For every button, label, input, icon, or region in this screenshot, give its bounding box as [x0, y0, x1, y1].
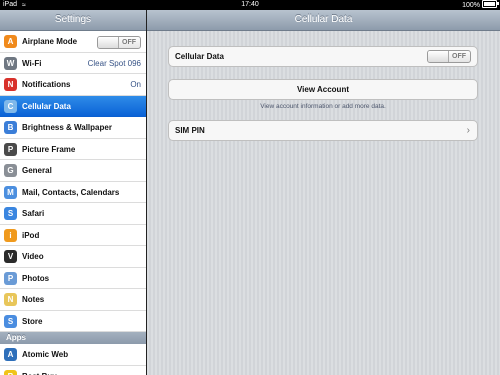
- sidebar-item-label: Brightness & Wallpaper: [22, 123, 112, 132]
- sidebar-title: Settings: [0, 10, 146, 31]
- sidebar-item-label: General: [22, 166, 52, 175]
- notifications-icon: N: [4, 78, 17, 91]
- sidebar-item-picture-frame[interactable]: P Picture Frame: [0, 138, 146, 160]
- airplane-mode-toggle[interactable]: OFF: [97, 36, 141, 49]
- sim-pin-label: SIM PIN: [175, 126, 205, 135]
- sidebar-item-notifications[interactable]: N Notifications On: [0, 74, 146, 96]
- sidebar-item-cellular-data[interactable]: C Cellular Data: [0, 95, 146, 117]
- brightness-icon: B: [4, 121, 17, 134]
- battery-percent: 100%: [462, 2, 480, 9]
- toggle-knob: [98, 37, 119, 48]
- gear-icon: G: [4, 164, 17, 177]
- cellular-icon: C: [4, 99, 17, 113]
- sidebar-item-wi-fi[interactable]: W Wi-Fi Clear Spot 096: [0, 52, 146, 74]
- status-time: 17:40: [241, 1, 259, 8]
- cellular-data-label: Cellular Data: [175, 52, 224, 61]
- chevron-right-icon: ›: [466, 125, 470, 136]
- sim-pin-row[interactable]: SIM PIN ›: [168, 120, 478, 141]
- settings-sidebar: Settings A Airplane Mode OFF W Wi-Fi Clear Sp…: [0, 10, 147, 375]
- sidebar-item-store[interactable]: S Store: [0, 310, 146, 332]
- sidebar-item-mail-contacts-calendars[interactable]: M Mail, Contacts, Calendars: [0, 181, 146, 203]
- detail-title: Cellular Data: [147, 10, 500, 31]
- photos-icon: P: [4, 271, 17, 285]
- apps-section-header: Apps: [0, 332, 146, 344]
- toggle-knob: [428, 51, 449, 62]
- sidebar-item-general[interactable]: G General: [0, 160, 146, 182]
- airplane-icon: A: [4, 35, 17, 48]
- cellular-data-toggle[interactable]: OFF: [427, 50, 471, 63]
- sidebar-item-atomic-web[interactable]: A Atomic Web: [0, 344, 146, 366]
- sidebar-item-video[interactable]: V Video: [0, 246, 146, 268]
- mail-icon: M: [4, 185, 17, 199]
- sidebar-item-airplane-mode[interactable]: A Airplane Mode OFF: [0, 31, 146, 53]
- sidebar-item-label: Wi-Fi: [22, 58, 42, 68]
- sidebar-item-label: Mail, Contacts, Calendars: [22, 187, 120, 197]
- ipod-icon: i: [4, 228, 17, 242]
- sidebar-item-safari[interactable]: S Safari: [0, 203, 146, 225]
- store-icon: S: [4, 314, 17, 328]
- sidebar-item-value: Clear Spot 096: [87, 58, 141, 68]
- best-buy-icon: B: [4, 369, 17, 375]
- sidebar-item-label: Store: [22, 316, 43, 326]
- sidebar-item-ipod[interactable]: i iPod: [0, 224, 146, 246]
- sidebar-item-label: Photos: [22, 273, 50, 283]
- sidebar-item-label: Notes: [22, 295, 45, 304]
- toggle-state-label: OFF: [452, 53, 466, 60]
- sidebar-item-label: iPod: [22, 230, 40, 240]
- notes-icon: N: [4, 293, 17, 306]
- wifi-icon: W: [4, 56, 17, 70]
- status-bar: iPad ≈ 17:40 100%: [0, 0, 500, 10]
- battery-icon: [482, 0, 499, 8]
- video-icon: V: [4, 250, 17, 263]
- sidebar-item-label: Safari: [22, 209, 45, 218]
- sidebar-item-notes[interactable]: N Notes: [0, 289, 146, 311]
- sidebar-item-brightness-and-wallpaper[interactable]: B Brightness & Wallpaper: [0, 117, 146, 139]
- sidebar-item-label: Airplane Mode: [22, 37, 78, 46]
- toggle-state-label: OFF: [122, 39, 136, 46]
- safari-icon: S: [4, 207, 17, 220]
- atomic-web-icon: A: [4, 348, 17, 361]
- ipad-screen: iPad ≈ 17:40 100% Settings A Airplane Mod…: [0, 0, 500, 375]
- sidebar-item-label: Cellular Data: [22, 101, 71, 111]
- apps-list: A Atomic Web B Best Buy: [0, 344, 146, 375]
- sidebar-item-label: Video: [22, 252, 44, 261]
- sidebar-item-value: On: [130, 80, 141, 89]
- cellular-data-row: Cellular Data OFF: [168, 46, 478, 67]
- view-account-label: View Account: [296, 85, 349, 94]
- view-account-description: View account information or add more dat…: [260, 103, 386, 110]
- sidebar-item-label: Picture Frame: [22, 144, 76, 154]
- detail-pane: Cellular Data Cellular Data OFF View Acc…: [147, 10, 500, 375]
- sidebar-item-photos[interactable]: P Photos: [0, 267, 146, 289]
- sidebar-item-label: Notifications: [22, 80, 71, 89]
- sidebar-item-label: Best Buy: [22, 372, 57, 375]
- sidebar-item-label: Atomic Web: [22, 350, 69, 359]
- picture-frame-icon: P: [4, 142, 17, 156]
- sidebar-item-best-buy[interactable]: B Best Buy: [0, 365, 146, 375]
- settings-list: A Airplane Mode OFF W Wi-Fi Clear Spot 096 N No…: [0, 31, 146, 332]
- view-account-button[interactable]: View Account: [168, 79, 478, 100]
